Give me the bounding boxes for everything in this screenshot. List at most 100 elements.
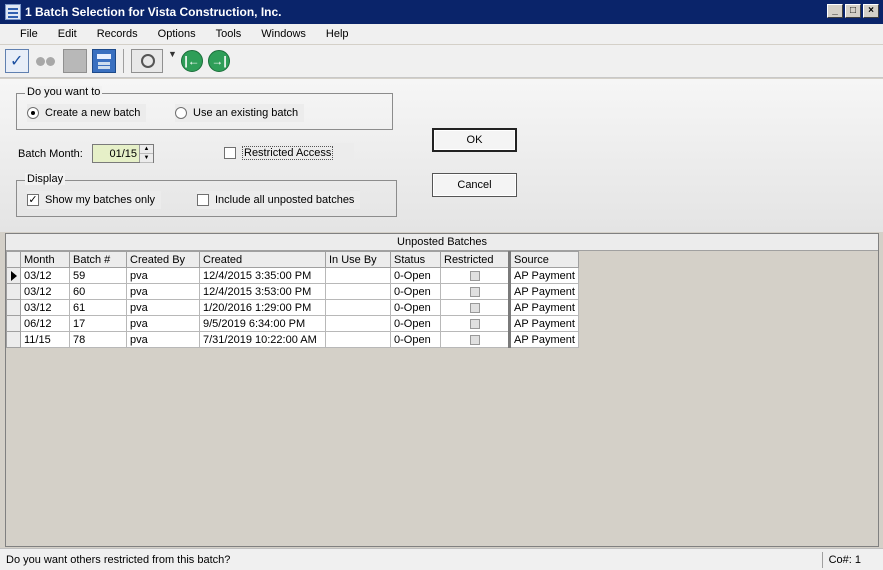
calculator-icon[interactable] <box>92 49 116 73</box>
cell-batch[interactable]: 60 <box>69 283 127 300</box>
minimize-button[interactable]: _ <box>827 4 843 18</box>
table-row[interactable]: 03/12 59 pva 12/4/2015 3:35:00 PM 0-Open… <box>6 267 579 284</box>
cancel-button[interactable]: Cancel <box>432 173 517 197</box>
table-row[interactable]: 03/12 61 pva 1/20/2016 1:29:00 PM 0-Open… <box>6 299 579 316</box>
table-row[interactable]: 06/12 17 pva 9/5/2019 6:34:00 PM 0-Open … <box>6 315 579 332</box>
cell-created[interactable]: 9/5/2019 6:34:00 PM <box>199 315 326 332</box>
spin-up-icon[interactable]: ▲ <box>140 145 153 154</box>
restricted-checkbox[interactable] <box>469 334 480 345</box>
cell-status[interactable]: 0-Open <box>390 315 441 332</box>
column-header[interactable]: Month <box>20 251 70 268</box>
menu-edit[interactable]: Edit <box>48 28 87 40</box>
checkbox-indicator[interactable] <box>224 147 236 159</box>
cell-created[interactable]: 1/20/2016 1:29:00 PM <box>199 299 326 316</box>
radio-indicator[interactable] <box>175 107 187 119</box>
cell-source[interactable]: AP Payment <box>508 299 579 316</box>
row-selector[interactable] <box>6 299 21 316</box>
restricted-checkbox[interactable] <box>469 270 480 281</box>
toolbar-separator <box>123 49 124 73</box>
cell-status[interactable]: 0-Open <box>390 299 441 316</box>
spin-down-icon[interactable]: ▼ <box>140 154 153 163</box>
dropdown-caret-icon[interactable]: ▼ <box>168 49 177 73</box>
cell-restricted[interactable] <box>440 283 510 300</box>
cell-batch[interactable]: 59 <box>69 267 127 284</box>
row-selector[interactable] <box>6 315 21 332</box>
cell-restricted[interactable] <box>440 267 510 284</box>
column-header[interactable]: Restricted <box>440 251 510 268</box>
existing-batch-radio[interactable]: Use an existing batch <box>175 104 305 122</box>
show-my-batches-checkbox[interactable]: ✓ Show my batches only <box>27 191 162 209</box>
cell-created-by[interactable]: pva <box>126 315 200 332</box>
table-row[interactable]: 03/12 60 pva 12/4/2015 3:53:00 PM 0-Open… <box>6 283 579 300</box>
restricted-checkbox[interactable] <box>469 318 480 329</box>
cell-batch[interactable]: 78 <box>69 331 127 348</box>
cell-in-use-by[interactable] <box>325 267 391 284</box>
table-row[interactable]: 11/15 78 pva 7/31/2019 10:22:00 AM 0-Ope… <box>6 331 579 348</box>
cell-status[interactable]: 0-Open <box>390 331 441 348</box>
cell-month[interactable]: 03/12 <box>20 267 70 284</box>
close-button[interactable]: × <box>863 4 879 18</box>
cell-batch[interactable]: 61 <box>69 299 127 316</box>
cell-created-by[interactable]: pva <box>126 267 200 284</box>
batch-month-input[interactable] <box>93 147 139 160</box>
include-unposted-checkbox[interactable]: Include all unposted batches <box>197 191 361 209</box>
cell-in-use-by[interactable] <box>325 331 391 348</box>
batch-month-field[interactable]: ▲ ▼ <box>92 144 154 163</box>
last-record-icon[interactable]: →| <box>208 50 230 72</box>
column-header[interactable]: Batch # <box>69 251 127 268</box>
cell-created[interactable]: 7/31/2019 10:22:00 AM <box>199 331 326 348</box>
restricted-access-checkbox[interactable]: Restricted Access <box>224 143 354 163</box>
restricted-checkbox[interactable] <box>469 302 480 313</box>
ok-button[interactable]: OK <box>432 128 517 152</box>
edit-icon[interactable] <box>5 49 29 73</box>
app-icon <box>5 4 21 20</box>
cell-month[interactable]: 03/12 <box>20 283 70 300</box>
cell-restricted[interactable] <box>440 331 510 348</box>
column-header[interactable]: Status <box>390 251 441 268</box>
menu-options[interactable]: Options <box>148 28 206 40</box>
cell-status[interactable]: 0-Open <box>390 283 441 300</box>
row-selector[interactable] <box>6 283 21 300</box>
restricted-checkbox[interactable] <box>469 286 480 297</box>
cell-restricted[interactable] <box>440 299 510 316</box>
cell-in-use-by[interactable] <box>325 299 391 316</box>
cell-month[interactable]: 11/15 <box>20 331 70 348</box>
row-selector[interactable] <box>6 331 21 348</box>
batch-month-spinner[interactable]: ▲ ▼ <box>139 145 153 163</box>
checkbox-indicator[interactable] <box>197 194 209 206</box>
cell-source[interactable]: AP Payment <box>508 331 579 348</box>
package-icon[interactable] <box>63 49 87 73</box>
create-batch-radio[interactable]: Create a new batch <box>27 104 147 122</box>
column-header[interactable]: Created By <box>126 251 200 268</box>
cell-created[interactable]: 12/4/2015 3:35:00 PM <box>199 267 326 284</box>
cell-source[interactable]: AP Payment <box>508 267 579 284</box>
find-icon[interactable] <box>34 49 58 73</box>
checkmark-icon[interactable]: ✓ <box>27 194 39 206</box>
cell-batch[interactable]: 17 <box>69 315 127 332</box>
print-preview-icon[interactable] <box>131 49 163 73</box>
cell-created[interactable]: 12/4/2015 3:53:00 PM <box>199 283 326 300</box>
maximize-button[interactable]: □ <box>845 4 861 18</box>
cell-status[interactable]: 0-Open <box>390 267 441 284</box>
cell-month[interactable]: 06/12 <box>20 315 70 332</box>
column-header[interactable]: Created <box>199 251 326 268</box>
radio-indicator[interactable] <box>27 107 39 119</box>
cell-month[interactable]: 03/12 <box>20 299 70 316</box>
cell-source[interactable]: AP Payment <box>508 283 579 300</box>
cell-source[interactable]: AP Payment <box>508 315 579 332</box>
cell-created-by[interactable]: pva <box>126 331 200 348</box>
cell-restricted[interactable] <box>440 315 510 332</box>
menu-tools[interactable]: Tools <box>206 28 252 40</box>
cell-created-by[interactable]: pva <box>126 299 200 316</box>
menu-windows[interactable]: Windows <box>251 28 316 40</box>
first-record-icon[interactable]: |← <box>181 50 203 72</box>
cell-in-use-by[interactable] <box>325 283 391 300</box>
menu-help[interactable]: Help <box>316 28 359 40</box>
cell-in-use-by[interactable] <box>325 315 391 332</box>
menu-records[interactable]: Records <box>87 28 148 40</box>
column-header[interactable]: Source <box>508 251 579 268</box>
cell-created-by[interactable]: pva <box>126 283 200 300</box>
row-selector[interactable] <box>6 267 21 284</box>
menu-file[interactable]: File <box>10 28 48 40</box>
column-header[interactable]: In Use By <box>325 251 391 268</box>
